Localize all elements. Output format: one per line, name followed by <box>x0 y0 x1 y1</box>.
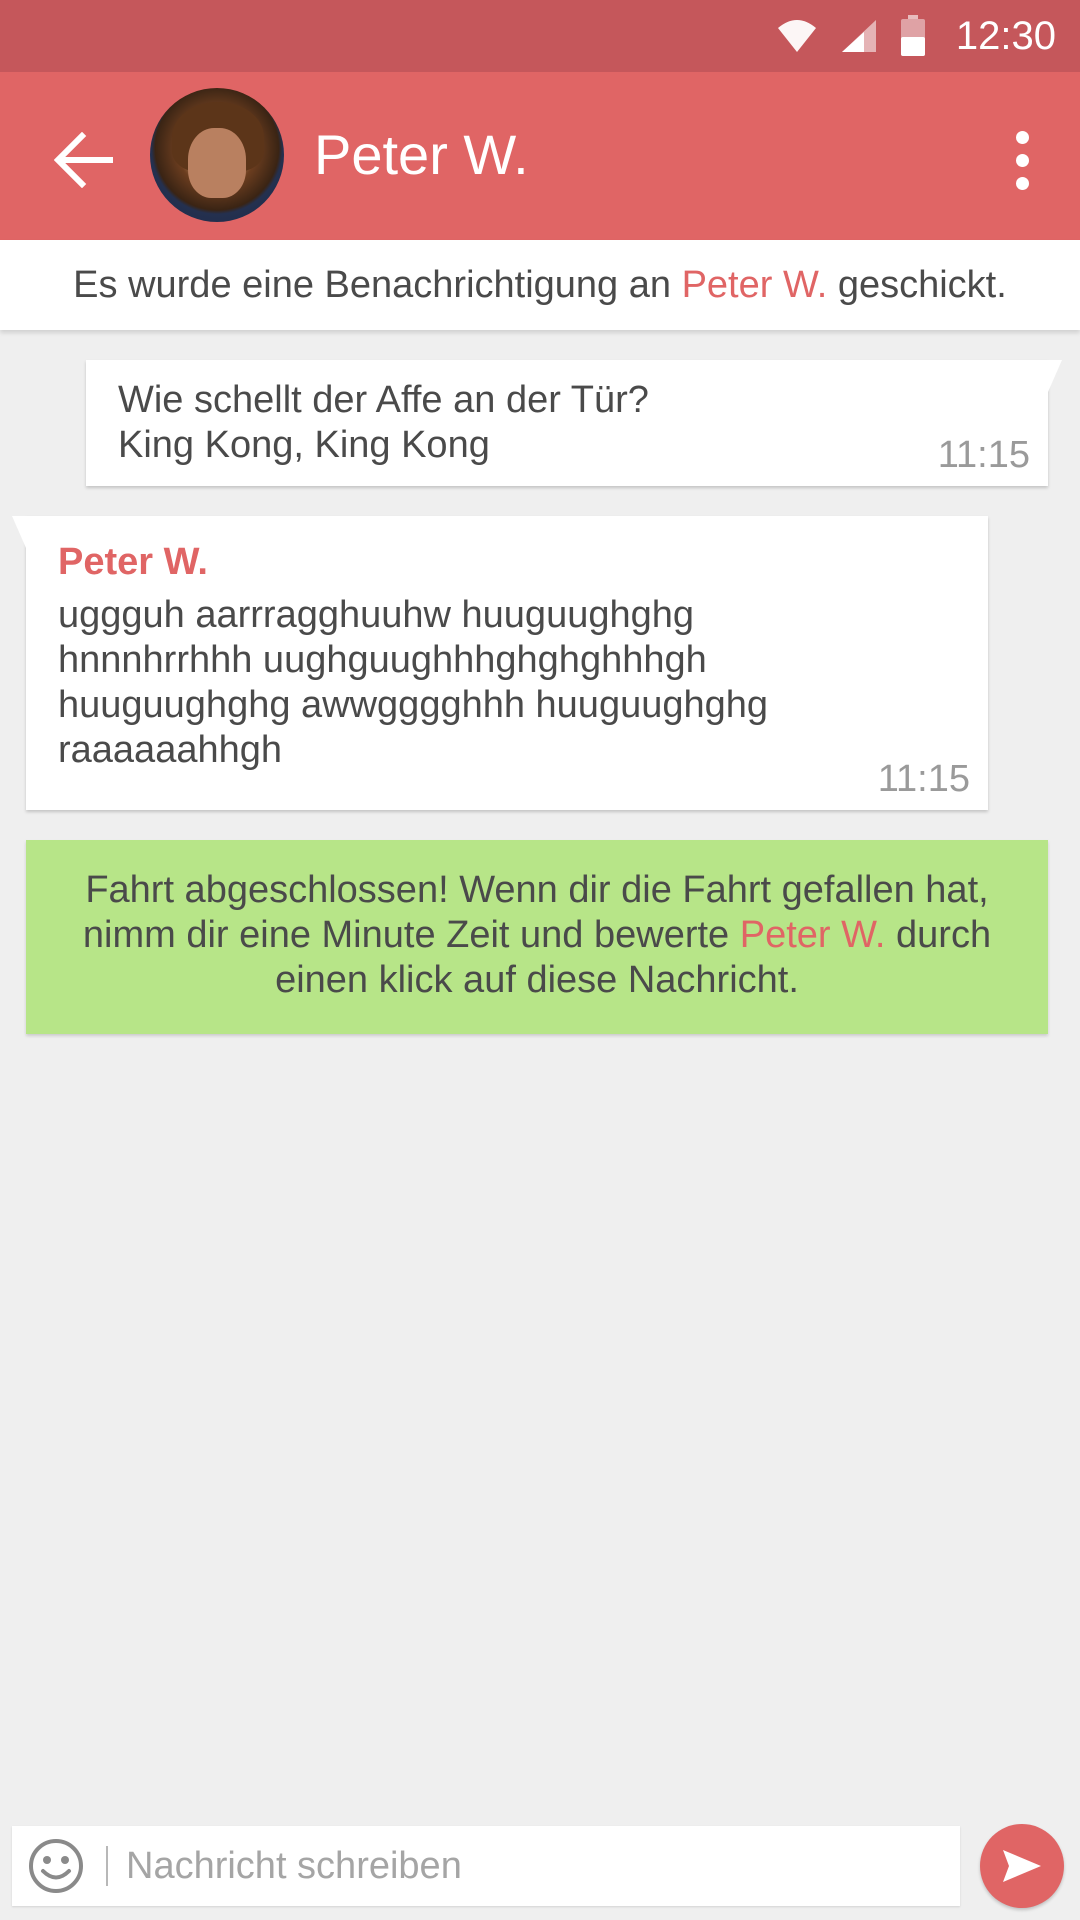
more-vert-icon[interactable] <box>994 120 1050 200</box>
status-bar: 12:30 <box>0 0 1080 72</box>
send-button[interactable] <box>980 1824 1064 1908</box>
notification-banner: Es wurde eine Benachrichtigung an Peter … <box>0 240 1080 330</box>
menu-dot <box>1015 130 1029 144</box>
rating-line: Fahrt abgeschlossen! Wenn dir die Fahrt … <box>85 869 989 911</box>
rating-name: Peter W. <box>739 914 886 956</box>
rating-text-before: nimm dir eine Minute Zeit und bewerte <box>82 914 740 956</box>
input-cursor-divider <box>106 1846 108 1886</box>
contact-name[interactable]: Peter W. <box>314 122 529 187</box>
message-time: 11:15 <box>937 434 1030 476</box>
wifi-icon <box>777 20 816 52</box>
notice-text-after: geschickt. <box>827 263 1007 306</box>
arrow-left-icon <box>54 132 113 188</box>
status-time: 12:30 <box>955 13 1056 58</box>
notice-name: Peter W. <box>681 263 828 306</box>
avatar-face <box>188 128 246 198</box>
app-bar: Peter W. <box>0 72 1080 240</box>
message-line: uggguh aarrragghuuhw huuguughghg <box>58 594 694 636</box>
signal-icon <box>841 20 876 52</box>
send-icon <box>1003 1850 1041 1882</box>
rating-prompt[interactable]: Fahrt abgeschlossen! Wenn dir die Fahrt … <box>26 840 1048 1034</box>
emoji-icon[interactable] <box>28 1838 84 1894</box>
message-composer <box>12 1826 960 1906</box>
rating-line: einen klick auf diese Nachricht. <box>275 959 799 1001</box>
message-line: huuguughghg awwgggghhh huuguughghg <box>58 684 769 726</box>
back-button[interactable] <box>40 116 128 204</box>
outgoing-message[interactable]: Wie schellt der Affe an der Tür? King Ko… <box>86 360 1062 486</box>
message-sender: Peter W. <box>58 541 208 583</box>
message-line: raaaaaahhgh <box>58 729 282 771</box>
message-input[interactable] <box>126 1844 960 1888</box>
status-icons: 12:30 <box>776 0 1056 72</box>
avatar[interactable] <box>150 88 284 222</box>
bubble-tail <box>1048 360 1062 392</box>
message-time: 11:15 <box>877 758 970 800</box>
incoming-message[interactable]: Peter W. uggguh aarrragghuuhw huuguughgh… <box>12 516 988 810</box>
message-line: King Kong, King Kong <box>118 424 490 466</box>
menu-dot <box>1015 153 1029 167</box>
notice-text-before: Es wurde eine Benachrichtigung an <box>73 263 682 306</box>
bubble-tail <box>12 516 26 548</box>
message-line: hnnnhrrhhh uughguughhhghghghhhgh <box>58 639 707 681</box>
rating-line: nimm dir eine Minute Zeit und bewerte Pe… <box>46 913 1028 958</box>
battery-icon <box>900 15 925 56</box>
menu-dot <box>1015 176 1029 190</box>
message-line: Wie schellt der Affe an der Tür? <box>118 379 649 421</box>
rating-text-after: durch <box>885 914 992 956</box>
